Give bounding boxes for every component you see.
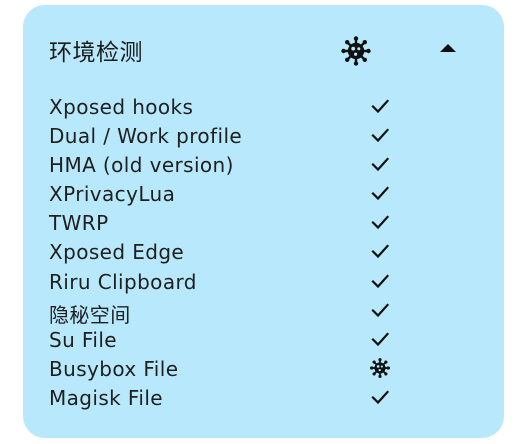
environment-check-card: 环境检测 Xposed hooks Dual / Work profile HM…	[23, 5, 504, 438]
list-item: 隐秘空间	[49, 297, 390, 327]
list-item: Su File	[49, 326, 390, 355]
item-label: Dual / Work profile	[49, 124, 243, 149]
caret-up-icon	[440, 44, 456, 52]
item-label: 隐秘空间	[49, 302, 131, 327]
virus-icon	[341, 36, 371, 66]
check-icon	[370, 212, 390, 232]
check-icon	[370, 300, 390, 320]
check-icon	[370, 387, 390, 407]
check-icon	[370, 271, 390, 291]
list-item: Riru Clipboard	[49, 268, 390, 297]
item-label: HMA (old version)	[49, 153, 234, 178]
detection-list: Xposed hooks Dual / Work profile HMA (old …	[49, 93, 390, 413]
check-icon	[370, 96, 390, 116]
list-item: Dual / Work profile	[49, 122, 390, 151]
item-label: Xposed Edge	[49, 240, 185, 265]
collapse-button[interactable]	[433, 33, 463, 63]
card-header: 环境检测	[23, 5, 504, 91]
item-label: Xposed hooks	[49, 95, 194, 119]
list-item: HMA (old version)	[49, 151, 390, 180]
item-label: Busybox File	[49, 356, 179, 381]
check-icon	[370, 241, 390, 261]
check-icon	[370, 183, 390, 203]
list-item: Xposed hooks	[49, 93, 390, 122]
list-item: TWRP	[49, 209, 390, 238]
list-item: Xposed Edge	[49, 238, 390, 267]
check-icon	[370, 125, 390, 145]
list-item: Magisk File	[49, 384, 390, 413]
check-icon	[370, 329, 390, 349]
list-item: Busybox File	[49, 355, 390, 384]
virus-icon	[370, 357, 390, 378]
item-label: Riru Clipboard	[49, 269, 197, 294]
check-icon	[370, 154, 390, 174]
card-title: 环境检测	[49, 40, 143, 66]
list-item: XPrivacyLua	[49, 180, 390, 209]
item-label: TWRP	[49, 211, 109, 236]
item-label: Magisk File	[49, 385, 163, 410]
item-label: Su File	[49, 327, 117, 352]
item-label: XPrivacyLua	[49, 182, 176, 207]
